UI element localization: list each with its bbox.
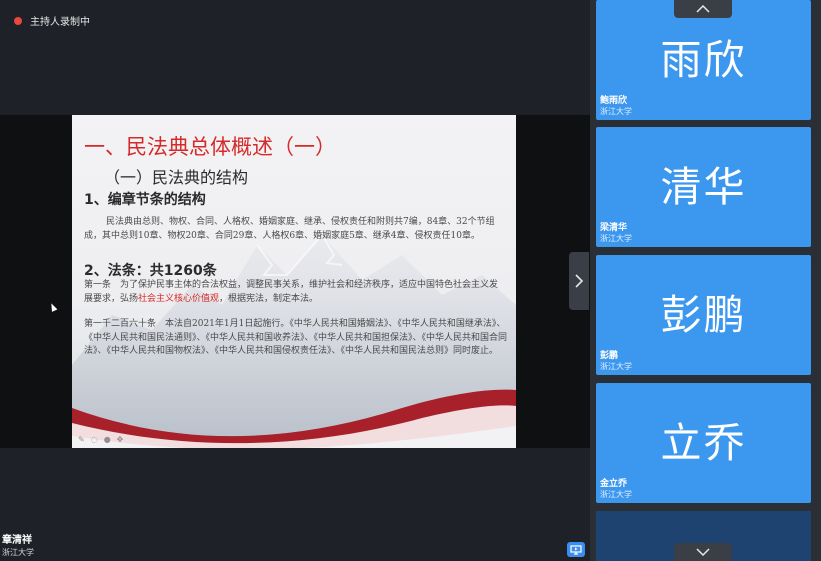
scroll-up-button[interactable] [674, 0, 732, 18]
slide-paragraph-article-1: 第一条 为了保护民事主体的合法权益，调整民事关系，维护社会和经济秩序，适应中国特… [84, 279, 504, 306]
participant-org: 浙江大学 [600, 234, 632, 243]
participant-name: 金立乔 [600, 479, 628, 489]
menu-icon[interactable]: ✥ [117, 435, 124, 444]
presenter-name: 章清祥 [2, 535, 32, 546]
meeting-window: 主持人录制中 一、民法典总体概述（一） （一）民法典的结构 1、编章节条的结构 … [0, 0, 821, 561]
participant-avatar-text: 雨欣 [660, 36, 747, 84]
participant-org: 浙江大学 [600, 362, 632, 371]
participant-name: 鲍雨欣 [600, 96, 628, 106]
participant-avatar-text: 立乔 [660, 419, 747, 467]
participant-avatar-text: 彭鹏 [660, 291, 747, 339]
recording-dot-icon [14, 16, 22, 25]
chevron-down-icon [696, 548, 710, 556]
screen-share-icon [570, 544, 582, 555]
article-1-text-b: ，根据宪法，制定本法。 [219, 293, 319, 304]
participant-org: 浙江大学 [600, 107, 632, 116]
participant-org: 浙江大学 [600, 490, 632, 499]
presentation-slide: 一、民法典总体概述（一） （一）民法典的结构 1、编章节条的结构 民法典由总则、… [72, 115, 516, 448]
recording-label: 主持人录制中 [30, 17, 90, 28]
slide-toolbar[interactable]: ✎ ◌ ● ✥ [78, 435, 123, 444]
slide-wave-decoration [72, 389, 516, 448]
pointer-icon[interactable]: ● [104, 435, 111, 444]
participant-tile[interactable]: 立乔 金立乔 浙江大学 [596, 383, 811, 503]
chevron-up-icon [696, 5, 710, 13]
slide-paragraph-structure: 民法典由总则、物权、合同、人格权、婚姻家庭、继承、侵权责任和附则共7编，84章、… [84, 217, 495, 241]
participant-name: 梁清华 [600, 223, 628, 233]
participant-tile[interactable]: 清华 梁清华 浙江大学 [596, 127, 811, 247]
pen-icon[interactable]: ✎ [78, 435, 85, 444]
slide-heading-chapters: 1、编章节条的结构 [84, 192, 206, 208]
shared-screen: 一、民法典总体概述（一） （一）民法典的结构 1、编章节条的结构 民法典由总则、… [0, 115, 590, 448]
slide-heading-structure: （一）民法典的结构 [104, 168, 249, 187]
chevron-right-icon [575, 274, 584, 288]
scroll-down-button[interactable] [674, 543, 732, 561]
slide-paragraph-article-1260: 第一千二百六十条 本法自2021年1月1日起施行。《中华人民共和国婚姻法》、《中… [84, 319, 508, 356]
presenter-org: 浙江大学 [2, 548, 34, 557]
slide-title: 一、民法典总体概述（一） [84, 135, 336, 159]
slide-heading-articles: 2、法条：共1260条 [84, 263, 217, 279]
participant-avatar-text: 清华 [660, 163, 747, 211]
article-1-highlight: 社会主义核心价值观 [138, 293, 220, 304]
expand-panel-button[interactable] [569, 252, 589, 310]
screen-share-button[interactable] [567, 542, 585, 557]
presenter-label: 章清祥 浙江大学 [2, 535, 34, 558]
participant-name: 彭鹏 [600, 351, 619, 361]
participant-tile[interactable]: 雨欣 鲍雨欣 浙江大学 [596, 0, 811, 120]
eraser-icon[interactable]: ◌ [91, 435, 98, 444]
recording-indicator: 主持人录制中 [14, 13, 90, 28]
participant-tile[interactable]: 彭鹏 彭鹏 浙江大学 [596, 255, 811, 375]
participants-panel: 雨欣 鲍雨欣 浙江大学 清华 梁清华 浙江大学 彭鹏 彭鹏 浙江大学 立乔 金立… [590, 0, 821, 561]
